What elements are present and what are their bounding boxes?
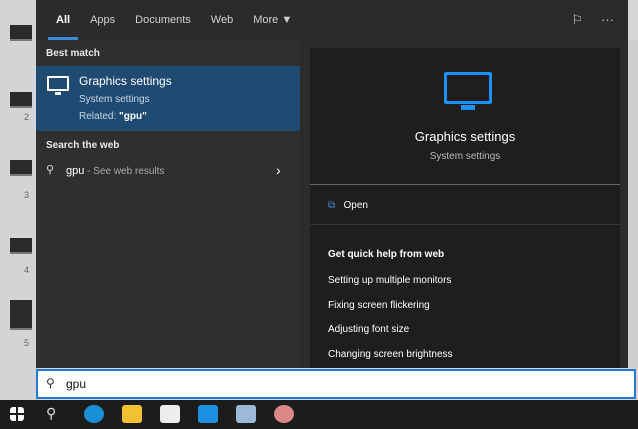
scrollbar[interactable] bbox=[628, 40, 638, 368]
thumbnail bbox=[10, 25, 32, 41]
search-input[interactable]: ⚲ gpu bbox=[36, 369, 636, 399]
feedback-icon[interactable]: ⚐ bbox=[571, 12, 583, 28]
tab-documents[interactable]: Documents bbox=[135, 0, 191, 40]
result-title: Graphics settings bbox=[79, 74, 172, 88]
thumbnail bbox=[10, 160, 32, 176]
thumbnail bbox=[10, 238, 32, 254]
preview-title: Graphics settings bbox=[414, 129, 516, 144]
thumbnail-number: 5 bbox=[24, 338, 30, 348]
tab-all[interactable]: All bbox=[47, 0, 79, 40]
thumbnail bbox=[10, 92, 32, 108]
search-icon: ⚲ bbox=[46, 164, 55, 176]
tab-bar: All Apps Documents Web More ▼ ⚐ ··· bbox=[36, 0, 628, 40]
taskbar: ⚲ bbox=[0, 400, 638, 429]
thumbnail bbox=[10, 300, 32, 330]
tab-apps[interactable]: Apps bbox=[90, 0, 115, 40]
search-icon[interactable]: ⚲ bbox=[46, 405, 66, 423]
result-related: Related: "gpu" bbox=[79, 111, 147, 122]
tab-more[interactable]: More ▼ bbox=[253, 0, 292, 40]
preview-subtitle: System settings bbox=[429, 151, 501, 162]
web-result-item[interactable]: ⚲ gpu - See web results › bbox=[36, 160, 300, 184]
file-explorer-icon[interactable] bbox=[122, 405, 142, 423]
best-match-item[interactable]: Graphics settings System settings Relate… bbox=[36, 66, 300, 131]
search-icon: ⚲ bbox=[46, 376, 55, 390]
preview-pane: Graphics settings System settings ⧉ Open… bbox=[310, 48, 620, 368]
result-subtitle: System settings bbox=[79, 94, 150, 105]
edge-icon[interactable] bbox=[84, 405, 104, 423]
start-icon[interactable] bbox=[10, 407, 24, 421]
tab-web[interactable]: Web bbox=[211, 0, 233, 40]
open-button[interactable]: ⧉ Open bbox=[328, 200, 448, 211]
desktop-background: 2 3 4 5 bbox=[0, 0, 36, 400]
help-link[interactable]: Fixing screen flickering bbox=[328, 300, 430, 311]
monitor-icon bbox=[444, 72, 492, 110]
web-query: gpu bbox=[66, 165, 85, 177]
help-link[interactable]: Setting up multiple monitors bbox=[328, 275, 451, 286]
results-pane: Best match Graphics settings System sett… bbox=[36, 40, 300, 368]
web-header: Search the web bbox=[46, 140, 120, 151]
search-panel: All Apps Documents Web More ▼ ⚐ ··· Best… bbox=[36, 0, 638, 368]
more-options-icon[interactable]: ··· bbox=[601, 12, 614, 28]
chevron-right-icon: › bbox=[276, 162, 281, 178]
quick-help-header: Get quick help from web bbox=[328, 249, 445, 260]
web-suffix: - See web results bbox=[84, 166, 165, 177]
divider bbox=[310, 224, 620, 225]
thumbnail-number: 3 bbox=[24, 190, 30, 200]
best-match-header: Best match bbox=[46, 48, 100, 59]
thumbnail-number: 2 bbox=[24, 112, 30, 122]
open-icon: ⧉ bbox=[328, 200, 336, 211]
divider bbox=[310, 184, 620, 185]
help-link[interactable]: Changing screen brightness bbox=[328, 349, 453, 360]
search-value: gpu bbox=[66, 377, 87, 391]
store-icon[interactable] bbox=[160, 405, 180, 423]
help-link[interactable]: Adjusting font size bbox=[328, 324, 409, 335]
mail-icon[interactable] bbox=[198, 405, 218, 423]
monitor-icon bbox=[47, 76, 69, 95]
remote-desktop-icon[interactable] bbox=[236, 405, 256, 423]
paint-icon[interactable] bbox=[274, 405, 294, 423]
thumbnail-number: 4 bbox=[24, 265, 30, 275]
